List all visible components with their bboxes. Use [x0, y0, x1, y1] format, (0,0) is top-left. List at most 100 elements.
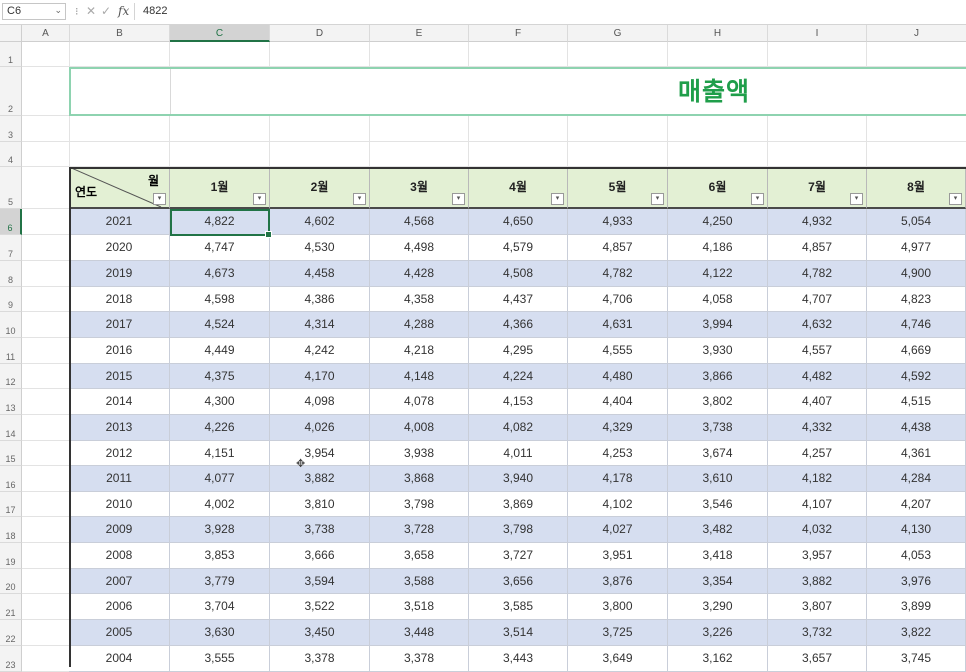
row-header-17[interactable]: 17: [0, 492, 22, 517]
value-cell[interactable]: 4,361: [867, 441, 966, 466]
value-cell[interactable]: 4,082: [469, 415, 568, 441]
value-cell[interactable]: 3,822: [867, 620, 966, 646]
name-box[interactable]: C6 ⌄: [2, 3, 66, 20]
value-cell[interactable]: 3,930: [668, 338, 768, 364]
value-cell[interactable]: 4,332: [768, 415, 867, 441]
value-cell[interactable]: 4,933: [568, 209, 668, 235]
value-cell[interactable]: 4,148: [370, 364, 469, 389]
filter-dropdown-icon[interactable]: ▾: [353, 193, 366, 205]
value-cell[interactable]: 3,976: [867, 569, 966, 594]
value-cell[interactable]: 4,078: [370, 389, 469, 415]
value-cell[interactable]: 3,800: [568, 594, 668, 620]
value-cell[interactable]: 3,869: [469, 492, 568, 517]
value-cell[interactable]: 3,450: [270, 620, 370, 646]
value-cell[interactable]: 3,418: [668, 543, 768, 569]
filter-dropdown-icon[interactable]: ▾: [551, 193, 564, 205]
filter-dropdown-icon[interactable]: ▾: [153, 193, 166, 205]
value-cell[interactable]: 3,882: [270, 466, 370, 492]
value-cell[interactable]: 4,437: [469, 287, 568, 312]
row-header-16[interactable]: 16: [0, 466, 22, 492]
value-cell[interactable]: 3,876: [568, 569, 668, 594]
value-cell[interactable]: 3,938: [370, 441, 469, 466]
year-cell[interactable]: 2019: [69, 261, 170, 287]
value-cell[interactable]: 4,557: [768, 338, 867, 364]
year-cell[interactable]: 2014: [69, 389, 170, 415]
filter-dropdown-icon[interactable]: ▾: [751, 193, 764, 205]
value-cell[interactable]: 4,242: [270, 338, 370, 364]
row-header-5[interactable]: 5: [0, 167, 22, 209]
value-cell[interactable]: 3,810: [270, 492, 370, 517]
value-cell[interactable]: 4,746: [867, 312, 966, 338]
value-cell[interactable]: 4,284: [867, 466, 966, 492]
row-header-9[interactable]: 9: [0, 287, 22, 312]
column-header-d[interactable]: D: [270, 25, 370, 42]
value-cell[interactable]: 3,588: [370, 569, 469, 594]
value-cell[interactable]: 3,443: [469, 646, 568, 672]
filter-dropdown-icon[interactable]: ▾: [949, 193, 962, 205]
year-cell[interactable]: 2007: [69, 569, 170, 594]
value-cell[interactable]: 3,649: [568, 646, 668, 672]
value-cell[interactable]: 4,153: [469, 389, 568, 415]
value-cell[interactable]: 3,798: [469, 517, 568, 543]
value-cell[interactable]: 3,522: [270, 594, 370, 620]
year-cell[interactable]: 2005: [69, 620, 170, 646]
value-cell[interactable]: 4,669: [867, 338, 966, 364]
filter-dropdown-icon[interactable]: ▾: [651, 193, 664, 205]
value-cell[interactable]: 4,250: [668, 209, 768, 235]
value-cell[interactable]: 4,782: [768, 261, 867, 287]
month-header[interactable]: 1월 ▾: [170, 167, 270, 209]
row-header-23[interactable]: 23: [0, 646, 22, 672]
value-cell[interactable]: 3,738: [668, 415, 768, 441]
value-cell[interactable]: 3,518: [370, 594, 469, 620]
value-cell[interactable]: 4,822: [170, 209, 270, 235]
value-cell[interactable]: 4,011: [469, 441, 568, 466]
value-cell[interactable]: 3,951: [568, 543, 668, 569]
row-header-18[interactable]: 18: [0, 517, 22, 543]
value-cell[interactable]: 4,182: [768, 466, 867, 492]
year-cell[interactable]: 2010: [69, 492, 170, 517]
value-cell[interactable]: 4,386: [270, 287, 370, 312]
value-cell[interactable]: 3,725: [568, 620, 668, 646]
value-cell[interactable]: 4,032: [768, 517, 867, 543]
value-cell[interactable]: 3,658: [370, 543, 469, 569]
value-cell[interactable]: 4,631: [568, 312, 668, 338]
value-cell[interactable]: 4,002: [170, 492, 270, 517]
value-cell[interactable]: 3,378: [270, 646, 370, 672]
month-header[interactable]: 8월 ▾: [867, 167, 966, 209]
row-header-22[interactable]: 22: [0, 620, 22, 646]
year-cell[interactable]: 2017: [69, 312, 170, 338]
value-cell[interactable]: 4,498: [370, 235, 469, 261]
value-cell[interactable]: 4,428: [370, 261, 469, 287]
value-cell[interactable]: 4,053: [867, 543, 966, 569]
enter-icon[interactable]: ✓: [101, 4, 111, 18]
value-cell[interactable]: 3,868: [370, 466, 469, 492]
column-header-h[interactable]: H: [668, 25, 768, 42]
row-header-20[interactable]: 20: [0, 569, 22, 594]
value-cell[interactable]: 3,378: [370, 646, 469, 672]
filter-dropdown-icon[interactable]: ▾: [850, 193, 863, 205]
filter-dropdown-icon[interactable]: ▾: [253, 193, 266, 205]
year-cell[interactable]: 2015: [69, 364, 170, 389]
year-cell[interactable]: 2020: [69, 235, 170, 261]
value-cell[interactable]: 4,515: [867, 389, 966, 415]
value-cell[interactable]: 3,928: [170, 517, 270, 543]
value-cell[interactable]: 3,482: [668, 517, 768, 543]
value-cell[interactable]: 3,779: [170, 569, 270, 594]
value-cell[interactable]: 3,630: [170, 620, 270, 646]
value-cell[interactable]: 3,514: [469, 620, 568, 646]
value-cell[interactable]: 4,592: [867, 364, 966, 389]
value-cell[interactable]: 3,745: [867, 646, 966, 672]
value-cell[interactable]: 4,932: [768, 209, 867, 235]
value-cell[interactable]: 4,747: [170, 235, 270, 261]
value-cell[interactable]: 3,546: [668, 492, 768, 517]
filter-dropdown-icon[interactable]: ▾: [452, 193, 465, 205]
row-header-3[interactable]: 3: [0, 116, 22, 142]
value-cell[interactable]: 3,448: [370, 620, 469, 646]
column-header-j[interactable]: J: [867, 25, 966, 42]
value-cell[interactable]: 3,738: [270, 517, 370, 543]
value-cell[interactable]: 4,058: [668, 287, 768, 312]
row-header-1[interactable]: 1: [0, 42, 22, 67]
value-cell[interactable]: 4,458: [270, 261, 370, 287]
value-cell[interactable]: 4,438: [867, 415, 966, 441]
year-cell[interactable]: 2021: [69, 209, 170, 235]
